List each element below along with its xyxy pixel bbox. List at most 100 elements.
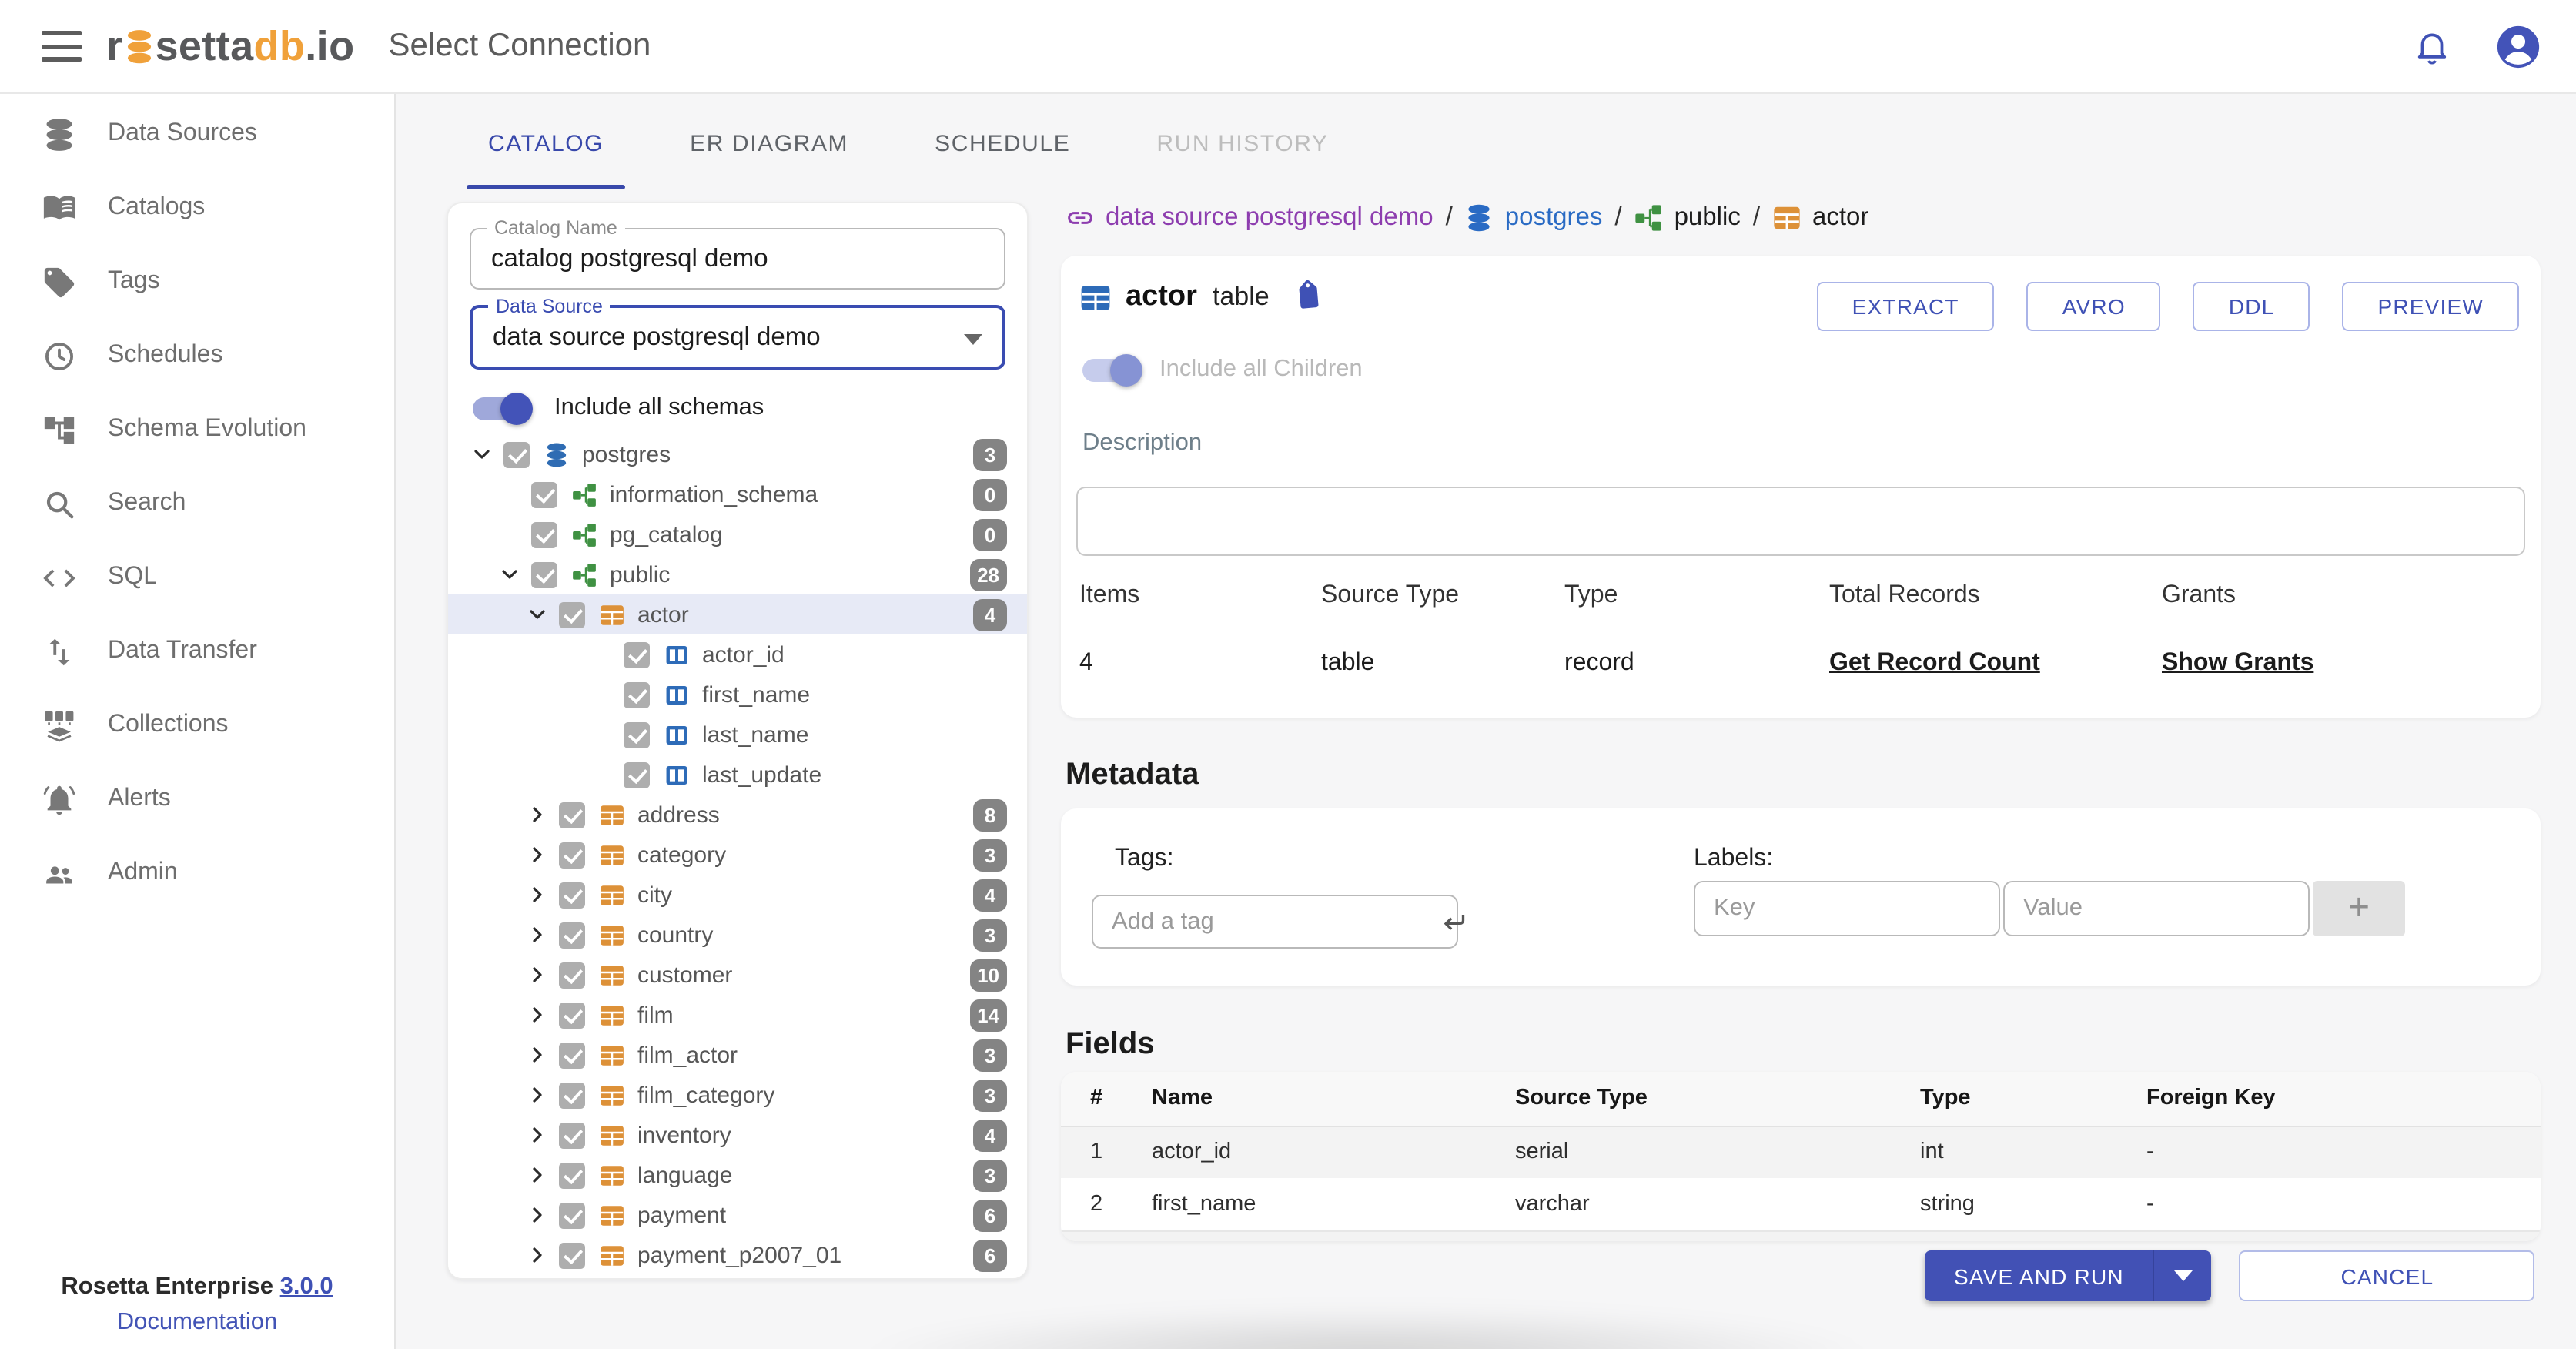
tree-checkbox[interactable] — [559, 1042, 585, 1068]
tree-checkbox[interactable] — [559, 842, 585, 868]
tree-item[interactable]: film_category 3 — [448, 1075, 1027, 1115]
add-tag-input[interactable] — [1093, 908, 1438, 936]
tree-checkbox[interactable] — [559, 1242, 585, 1268]
breadcrumb-segment[interactable]: data source postgresql demo — [1066, 203, 1434, 232]
sidebar-item-tags[interactable]: Tags — [0, 245, 394, 319]
tree-checkbox[interactable] — [559, 601, 585, 628]
breadcrumb-segment[interactable]: public — [1634, 203, 1741, 232]
breadcrumb-segment[interactable]: actor — [1772, 203, 1868, 232]
tree-item[interactable]: payment 6 — [448, 1195, 1027, 1235]
tree-checkbox[interactable] — [559, 882, 585, 908]
sidebar-item-data-sources[interactable]: Data Sources — [0, 97, 394, 171]
tree-item[interactable]: film_actor 3 — [448, 1035, 1027, 1075]
tree-item[interactable]: language 3 — [448, 1155, 1027, 1195]
chevron-right-icon[interactable] — [525, 802, 559, 827]
tree-item[interactable]: public 28 — [448, 554, 1027, 594]
tree-checkbox[interactable] — [531, 481, 557, 507]
include-all-schemas-toggle[interactable] — [473, 392, 533, 424]
tree-item[interactable]: pg_catalog 0 — [448, 514, 1027, 554]
user-avatar-icon[interactable] — [2494, 22, 2542, 70]
catalog-name-field[interactable]: Catalog Name — [470, 217, 1005, 290]
tree-checkbox[interactable] — [531, 521, 557, 547]
ddl-button[interactable]: DDL — [2193, 282, 2310, 331]
tree-checkbox[interactable] — [624, 641, 650, 668]
tree-checkbox[interactable] — [559, 1202, 585, 1228]
save-and-run-button[interactable]: SAVE AND RUN — [1925, 1250, 2212, 1301]
stat-link[interactable]: Show Grants — [2162, 650, 2313, 678]
tree-item[interactable]: actor 4 — [448, 594, 1027, 634]
breadcrumb-segment[interactable]: postgres — [1465, 203, 1602, 232]
tree-item[interactable] — [448, 1275, 1027, 1278]
tree-checkbox[interactable] — [503, 441, 530, 467]
chevron-right-icon[interactable] — [525, 842, 559, 867]
tree-checkbox[interactable] — [559, 1002, 585, 1028]
tree-checkbox[interactable] — [624, 762, 650, 788]
tree-checkbox[interactable] — [559, 1082, 585, 1108]
tree-checkbox[interactable] — [559, 922, 585, 948]
tree-checkbox[interactable] — [559, 962, 585, 988]
tree-item[interactable]: last_update — [448, 755, 1027, 795]
tree-item[interactable]: last_name — [448, 715, 1027, 755]
tree-item[interactable]: inventory 4 — [448, 1115, 1027, 1155]
description-textarea[interactable] — [1076, 487, 2525, 556]
tab-catalog[interactable]: CATALOG — [467, 94, 626, 192]
sidebar-item-schedules[interactable]: Schedules — [0, 319, 394, 393]
tree-checkbox[interactable] — [559, 1122, 585, 1148]
label-key-field[interactable] — [1694, 881, 2000, 936]
tree-item[interactable]: first_name — [448, 674, 1027, 715]
label-key-input[interactable] — [1695, 882, 1999, 935]
tree-item[interactable]: film 14 — [448, 995, 1027, 1035]
chevron-right-icon[interactable] — [525, 1043, 559, 1067]
tab-run-history[interactable]: RUN HISTORY — [1135, 94, 1350, 192]
version-link[interactable]: 3.0.0 — [280, 1274, 333, 1300]
tree-checkbox[interactable] — [624, 721, 650, 748]
avro-button[interactable]: AVRO — [2026, 282, 2161, 331]
cancel-button[interactable]: CANCEL — [2239, 1250, 2535, 1301]
sidebar-item-search[interactable]: Search — [0, 467, 394, 541]
save-dropdown-arrow-icon[interactable] — [2153, 1250, 2212, 1301]
sidebar-item-schema-evolution[interactable]: Schema Evolution — [0, 393, 394, 467]
tree-item[interactable]: customer 10 — [448, 955, 1027, 995]
tab-schedule[interactable]: SCHEDULE — [913, 94, 1092, 192]
notifications-bell-icon[interactable] — [2413, 27, 2451, 65]
label-value-input[interactable] — [2005, 882, 2308, 935]
tree-item[interactable]: payment_p2007_01 6 — [448, 1235, 1027, 1275]
chevron-right-icon[interactable] — [525, 882, 559, 907]
tree-item[interactable]: postgres 3 — [448, 434, 1027, 474]
tree-checkbox[interactable] — [559, 1162, 585, 1188]
extract-button[interactable]: EXTRACT — [1816, 282, 1995, 331]
sidebar-item-collections[interactable]: Collections — [0, 688, 394, 762]
chevron-right-icon[interactable] — [525, 962, 559, 987]
add-label-button[interactable]: + — [2313, 881, 2405, 936]
stat-link[interactable]: Get Record Count — [1829, 650, 2040, 678]
data-source-select[interactable]: Data Source data source postgresql demo — [470, 296, 1005, 370]
chevron-right-icon[interactable] — [525, 922, 559, 947]
chevron-right-icon[interactable] — [525, 1123, 559, 1147]
app-logo[interactable]: r setta db .io — [106, 22, 355, 70]
sidebar-item-data-transfer[interactable]: Data Transfer — [0, 614, 394, 688]
preview-button[interactable]: PREVIEW — [2342, 282, 2519, 331]
tree-checkbox[interactable] — [624, 681, 650, 708]
chevron-right-icon[interactable] — [525, 1163, 559, 1187]
sidebar-item-admin[interactable]: Admin — [0, 836, 394, 910]
sidebar-item-alerts[interactable]: Alerts — [0, 762, 394, 836]
chevron-down-icon[interactable] — [497, 562, 531, 587]
tree-item[interactable]: address 8 — [448, 795, 1027, 835]
chevron-down-icon[interactable] — [525, 602, 559, 627]
tree-checkbox[interactable] — [531, 561, 557, 587]
chevron-down-icon[interactable] — [470, 442, 503, 467]
tree-item[interactable]: information_schema 0 — [448, 474, 1027, 514]
documentation-link[interactable]: Documentation — [0, 1309, 394, 1337]
hamburger-menu-icon[interactable] — [42, 31, 82, 62]
tree-checkbox[interactable] — [559, 802, 585, 828]
label-value-field[interactable] — [2003, 881, 2310, 936]
tree-item[interactable]: city 4 — [448, 875, 1027, 915]
chevron-right-icon[interactable] — [525, 1203, 559, 1227]
tree-item[interactable]: country 3 — [448, 915, 1027, 955]
chevron-right-icon[interactable] — [525, 1083, 559, 1107]
sidebar-item-catalogs[interactable]: Catalogs — [0, 171, 394, 245]
tree-item[interactable]: actor_id — [448, 634, 1027, 674]
chevron-right-icon[interactable] — [525, 1243, 559, 1267]
add-tag-field[interactable] — [1092, 895, 1465, 949]
sidebar-item-sql[interactable]: SQL — [0, 541, 394, 614]
